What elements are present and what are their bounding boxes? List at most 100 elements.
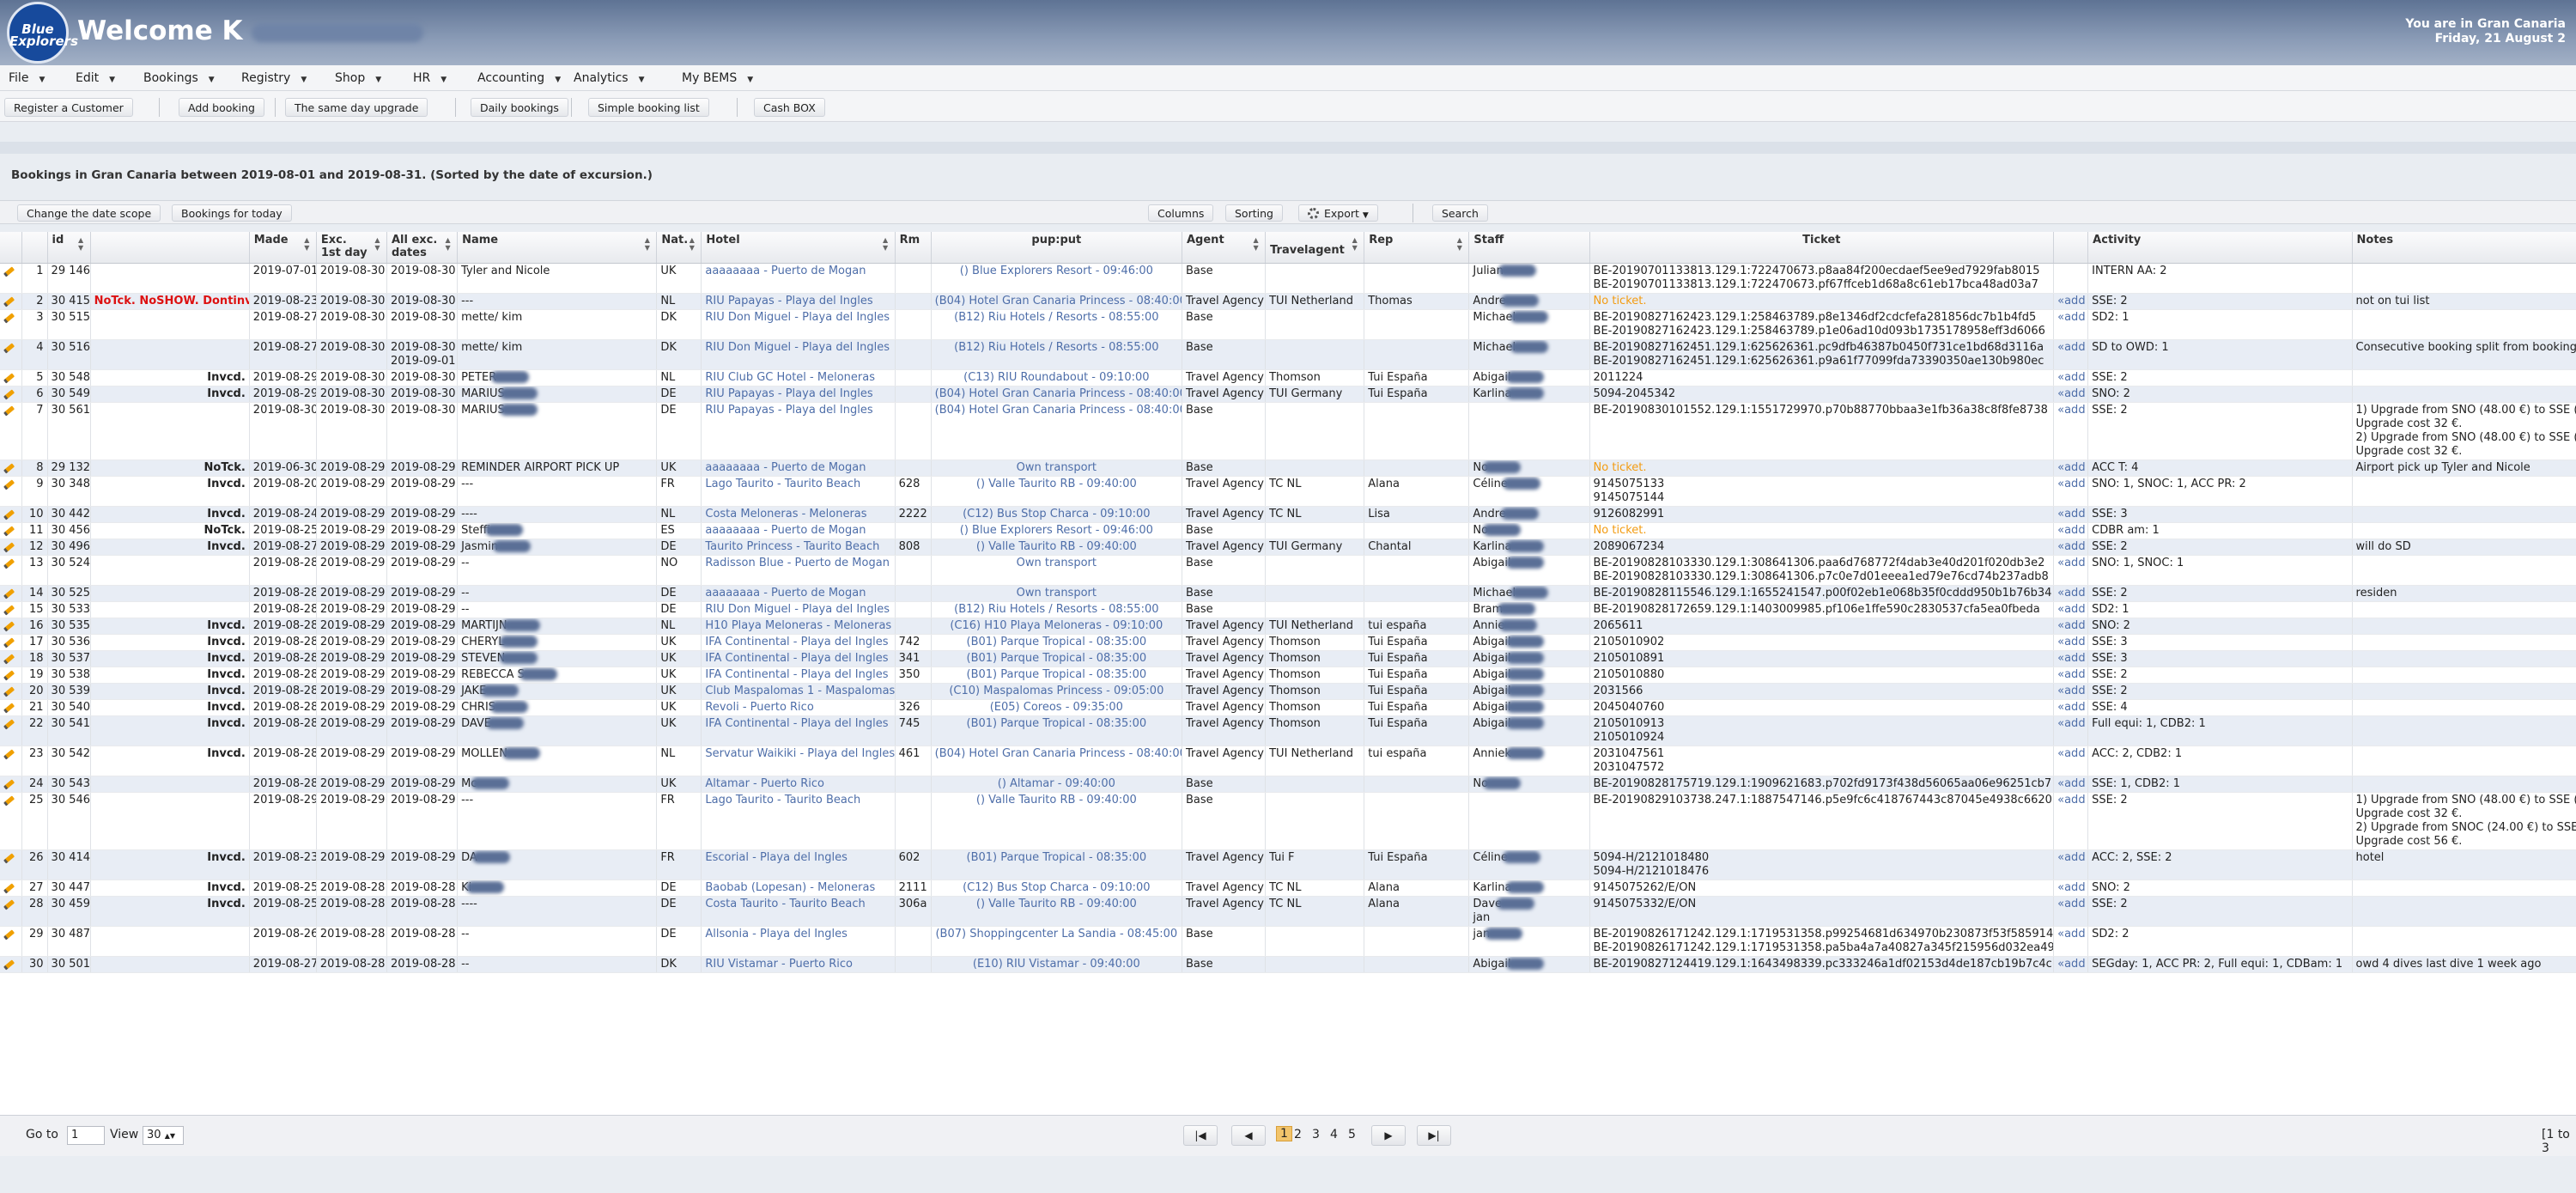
edit-cell[interactable]: [0, 746, 22, 776]
pencil-icon[interactable]: [3, 928, 15, 940]
bookings-today-button[interactable]: Bookings for today: [172, 204, 292, 222]
cell-add[interactable]: «add: [2053, 402, 2089, 460]
pencil-icon[interactable]: [3, 372, 15, 384]
last-page-button[interactable]: ▶|: [1417, 1125, 1451, 1146]
pencil-icon[interactable]: [3, 478, 15, 490]
edit-cell[interactable]: [0, 309, 22, 340]
edit-cell[interactable]: [0, 683, 22, 700]
cell-add[interactable]: «add: [2053, 386, 2089, 403]
cell-add[interactable]: «add: [2053, 715, 2089, 746]
cell-add[interactable]: «add: [2053, 522, 2089, 539]
menu-hr[interactable]: HR ▼: [413, 71, 447, 85]
cell-hotel[interactable]: Altamar - Puerto Rico: [701, 776, 896, 793]
edit-cell[interactable]: [0, 522, 22, 539]
export-button[interactable]: Export ▼: [1298, 204, 1378, 222]
column-header-agent[interactable]: Agent ▲▼: [1182, 232, 1267, 264]
cell-hotel[interactable]: RIU Vistamar - Puerto Rico: [701, 956, 896, 973]
pencil-icon[interactable]: [3, 748, 15, 760]
pencil-icon[interactable]: [3, 718, 15, 730]
pencil-icon[interactable]: [3, 778, 15, 790]
table-row[interactable]: 5 30 548 Invcd. 2019-08-29 2019-08-30 2019-08…: [0, 369, 2576, 387]
column-header-rm[interactable]: Rm: [895, 232, 932, 264]
cell-add[interactable]: «add: [2053, 896, 2089, 927]
cell-add[interactable]: «add: [2053, 634, 2089, 651]
page-5[interactable]: 5: [1348, 1128, 1356, 1141]
page-4[interactable]: 4: [1330, 1128, 1338, 1141]
menu-accounting[interactable]: Accounting ▼: [477, 71, 561, 85]
table-row[interactable]: 26 30 414 Invcd. 2019-08-23 2019-08-29 2019-0…: [0, 849, 2576, 880]
column-header-pup-put[interactable]: pup:put: [931, 232, 1183, 264]
cell-add[interactable]: «add: [2053, 776, 2089, 793]
cell-hotel[interactable]: IFA Continental - Playa del Ingles: [701, 634, 896, 651]
cell-hotel[interactable]: RIU Club GC Hotel - Meloneras: [701, 369, 896, 387]
column-header-exc-1st-day[interactable]: Exc. 1st day ▲▼: [316, 232, 387, 264]
column-header-notes[interactable]: Notes: [2352, 232, 2576, 264]
edit-cell[interactable]: [0, 715, 22, 746]
cell-add[interactable]: «add: [2053, 880, 2089, 897]
edit-cell[interactable]: [0, 402, 22, 460]
table-row[interactable]: 3 30 515 2019-08-27 2019-08-30 2019-08-30 met…: [0, 309, 2576, 340]
edit-cell[interactable]: [0, 618, 22, 635]
menu-edit[interactable]: Edit ▼: [76, 71, 115, 85]
cell-add[interactable]: «add: [2053, 792, 2089, 850]
table-row[interactable]: 6 30 549 Invcd. 2019-08-29 2019-08-30 2019-08…: [0, 386, 2576, 403]
edit-cell[interactable]: [0, 555, 22, 586]
table-row[interactable]: 25 30 546 2019-08-29 2019-08-29 2019-08-29 --…: [0, 792, 2576, 850]
cell-hotel[interactable]: Baobab (Lopesan) - Meloneras: [701, 880, 896, 897]
page-3[interactable]: 3: [1312, 1128, 1320, 1141]
edit-cell[interactable]: [0, 666, 22, 684]
cell-hotel[interactable]: Costa Taurito - Taurito Beach: [701, 896, 896, 927]
table-row[interactable]: 28 30 459 Invcd. 2019-08-25 2019-08-28 2019-0…: [0, 896, 2576, 927]
toolbar-button-simple-booking-list[interactable]: Simple booking list: [588, 98, 709, 117]
sorting-button[interactable]: Sorting: [1225, 204, 1283, 222]
column-header-activity[interactable]: Activity: [2087, 232, 2353, 264]
column-header-hotel[interactable]: Hotel ▲▼: [701, 232, 896, 264]
prev-page-button[interactable]: ◀: [1231, 1125, 1266, 1146]
cell-add[interactable]: [2053, 263, 2089, 294]
edit-cell[interactable]: [0, 849, 22, 880]
cell-hotel[interactable]: Taurito Princess - Taurito Beach: [701, 539, 896, 556]
page-1[interactable]: 1: [1276, 1126, 1292, 1141]
column-header-id[interactable]: id ▲▼: [47, 232, 91, 264]
pencil-icon[interactable]: [3, 557, 15, 569]
page-2[interactable]: 2: [1294, 1128, 1302, 1141]
menu-analytics[interactable]: Analytics ▼: [574, 71, 645, 85]
cell-add[interactable]: «add: [2053, 683, 2089, 700]
cell-add[interactable]: «add: [2053, 309, 2089, 340]
pencil-icon[interactable]: [3, 852, 15, 864]
cell-add[interactable]: «add: [2053, 666, 2089, 684]
cell-hotel[interactable]: Escorial - Playa del Ingles: [701, 849, 896, 880]
cell-hotel[interactable]: RIU Papayas - Playa del Ingles: [701, 386, 896, 403]
cell-hotel[interactable]: IFA Continental - Playa del Ingles: [701, 650, 896, 667]
table-row[interactable]: 17 30 536 Invcd. 2019-08-28 2019-08-29 2019-0…: [0, 634, 2576, 651]
cell-add[interactable]: «add: [2053, 293, 2089, 310]
column-header-made[interactable]: Made ▲▼: [249, 232, 317, 264]
cell-hotel[interactable]: Servatur Waikiki - Playa del Ingles: [701, 746, 896, 776]
cell-hotel[interactable]: Club Maspalomas 1 - Maspalomas: [701, 683, 896, 700]
edit-cell[interactable]: [0, 460, 22, 477]
edit-cell[interactable]: [0, 650, 22, 667]
pencil-icon[interactable]: [3, 525, 15, 537]
cell-hotel[interactable]: RIU Don Miguel - Playa del Ingles: [701, 309, 896, 340]
column-header-all-exc-dates[interactable]: All exc. dates ▲▼: [386, 232, 459, 264]
cell-hotel[interactable]: RIU Papayas - Playa del Ingles: [701, 293, 896, 310]
first-page-button[interactable]: |◀: [1183, 1125, 1218, 1146]
cell-add[interactable]: «add: [2053, 506, 2089, 523]
cell-add[interactable]: «add: [2053, 650, 2089, 667]
cell-hotel[interactable]: H10 Playa Meloneras - Meloneras: [701, 618, 896, 635]
pencil-icon[interactable]: [3, 685, 15, 697]
cell-hotel[interactable]: Costa Meloneras - Meloneras: [701, 506, 896, 523]
columns-button[interactable]: Columns: [1148, 204, 1214, 222]
cell-hotel[interactable]: aaaaaaaa - Puerto de Mogan: [701, 263, 896, 294]
table-row[interactable]: 12 30 496 Invcd. 2019-08-27 2019-08-29 2019-0…: [0, 539, 2576, 556]
pencil-icon[interactable]: [3, 265, 15, 277]
table-row[interactable]: 27 30 447 Invcd. 2019-08-25 2019-08-28 2019-0…: [0, 880, 2576, 897]
table-row[interactable]: 24 30 543 2019-08-28 2019-08-29 2019-08-29 Mc…: [0, 776, 2576, 793]
pencil-icon[interactable]: [3, 312, 15, 324]
table-row[interactable]: 21 30 540 Invcd. 2019-08-28 2019-08-29 2019-0…: [0, 699, 2576, 716]
table-row[interactable]: 29 30 487 2019-08-26 2019-08-28 2019-08-28 --…: [0, 926, 2576, 957]
column-header-travelagent[interactable]: Travelagent ▲▼: [1265, 232, 1365, 264]
table-row[interactable]: 18 30 537 Invcd. 2019-08-28 2019-08-29 2019-0…: [0, 650, 2576, 667]
table-row[interactable]: 30 30 501 2019-08-27 2019-08-28 2019-08-28 --…: [0, 956, 2576, 973]
edit-cell[interactable]: [0, 293, 22, 310]
